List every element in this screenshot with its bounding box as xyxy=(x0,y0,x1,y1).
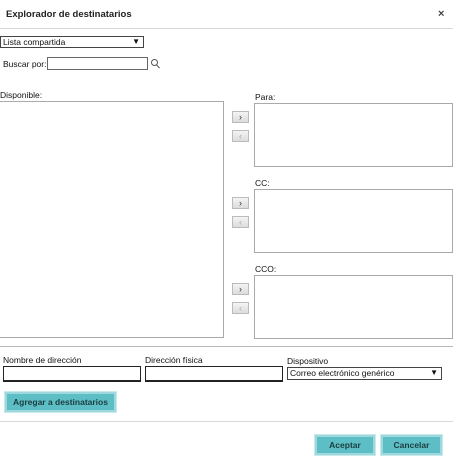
address-name-input[interactable] xyxy=(3,366,141,382)
chevron-left-icon: ‹ xyxy=(239,217,242,227)
device-select[interactable]: Correo electrónico genérico ▼ xyxy=(287,367,442,380)
search-label: Buscar por: xyxy=(3,59,47,69)
add-cc-button[interactable]: › xyxy=(232,197,249,209)
remove-bcc-button[interactable]: ‹ xyxy=(232,302,249,314)
header-divider xyxy=(0,28,453,29)
physical-address-input[interactable] xyxy=(145,366,283,382)
list-type-value: Lista compartida xyxy=(3,37,66,47)
chevron-right-icon: › xyxy=(239,198,242,208)
address-name-label: Nombre de dirección xyxy=(3,355,82,365)
search-input[interactable] xyxy=(47,57,148,70)
available-listbox[interactable] xyxy=(0,101,224,338)
cc-label: CC: xyxy=(255,178,270,188)
remove-to-button[interactable]: ‹ xyxy=(232,130,249,142)
footer-divider xyxy=(0,421,453,422)
bcc-listbox[interactable] xyxy=(254,275,453,339)
to-listbox[interactable] xyxy=(254,103,453,167)
chevron-left-icon: ‹ xyxy=(239,303,242,313)
cancel-button[interactable]: Cancelar xyxy=(381,435,442,455)
chevron-down-icon: ▼ xyxy=(430,368,438,377)
chevron-right-icon: › xyxy=(239,284,242,294)
chevron-right-icon: › xyxy=(239,112,242,122)
ok-button[interactable]: Aceptar xyxy=(315,435,375,455)
dialog-title: Explorador de destinatarios xyxy=(6,9,132,20)
physical-address-label: Dirección física xyxy=(145,355,203,365)
chevron-down-icon: ▼ xyxy=(132,37,140,46)
to-label: Para: xyxy=(255,92,276,102)
device-value: Correo electrónico genérico xyxy=(290,368,395,378)
remove-cc-button[interactable]: ‹ xyxy=(232,216,249,228)
close-icon[interactable]: × xyxy=(438,8,444,20)
device-label: Dispositivo xyxy=(287,356,329,366)
available-label: Disponible: xyxy=(0,90,43,100)
search-icon[interactable] xyxy=(151,59,158,66)
add-to-recipients-button[interactable]: Agregar a destinatarios xyxy=(5,392,116,412)
cc-listbox[interactable] xyxy=(254,189,453,253)
add-bcc-button[interactable]: › xyxy=(232,283,249,295)
section-divider xyxy=(0,346,453,347)
list-type-select[interactable]: Lista compartida ▼ xyxy=(0,36,144,48)
add-to-button[interactable]: › xyxy=(232,111,249,123)
chevron-left-icon: ‹ xyxy=(239,131,242,141)
bcc-label: CCO: xyxy=(255,264,277,274)
